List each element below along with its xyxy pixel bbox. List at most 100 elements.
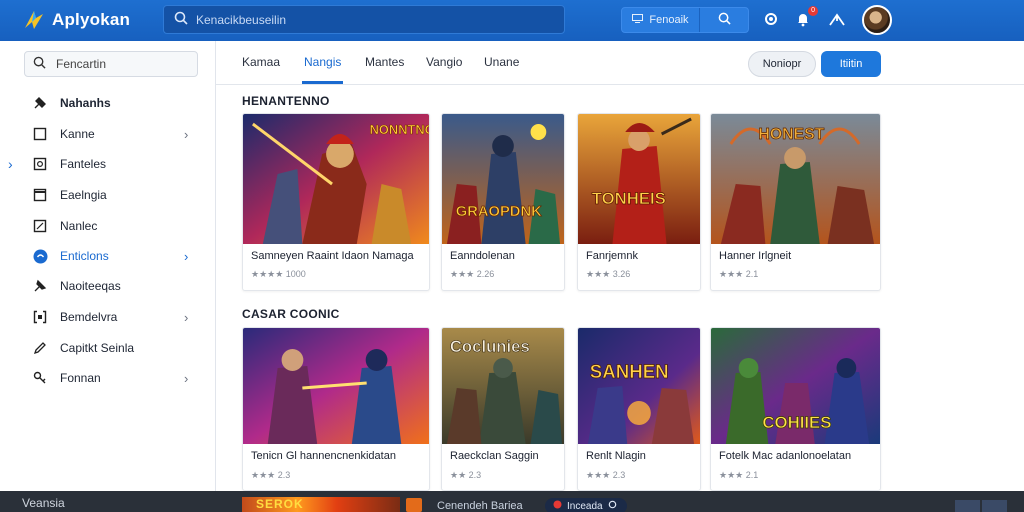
window-controls [955, 500, 1007, 512]
game-thumbnail: HONEST [711, 114, 880, 244]
key-icon [32, 370, 48, 386]
bracket-icon [32, 309, 48, 325]
sidebar-search-placeholder: Fencartin [56, 57, 107, 71]
app-icon[interactable] [406, 498, 422, 512]
sidebar-item-label: Bemdelvra [60, 310, 118, 324]
game-card[interactable]: HONEST Hanner Irlgneit ★★★ 2.1 [710, 113, 881, 291]
game-thumbnail [243, 328, 429, 444]
sidebar-item-label: Fanteles [60, 157, 107, 171]
game-card-title: Fotelk Mac adanlonoelatan [719, 450, 852, 462]
thumbnail-title: HONEST [758, 126, 824, 143]
game-card-rating: ★★★ 2.26 [450, 269, 495, 279]
sidebar-item-label: Eaelngia [60, 188, 107, 202]
sidebar-item-label: Enticlons [60, 249, 109, 263]
share-button[interactable] [826, 9, 848, 31]
bottom-pill-button[interactable]: Inceada [545, 498, 627, 512]
minimize-button[interactable] [955, 500, 980, 512]
gear-icon [763, 11, 779, 30]
tab-mantes[interactable]: Mantes [365, 55, 404, 69]
settings-button[interactable] [760, 9, 782, 31]
game-card[interactable]: GRAOPDNK Eanndolenan ★★★ 2.26 [441, 113, 565, 291]
chevron-right-icon: › [184, 248, 189, 264]
chevron-right-icon: › [8, 156, 13, 172]
sidebar-item-kanne[interactable]: Kanne › [0, 119, 216, 149]
tab-kamaa[interactable]: Kamaa [242, 55, 280, 69]
search-button-group: Fenoaik [621, 7, 749, 33]
top-bar: Aplyokan Fenoaik 0 [0, 0, 1024, 41]
app-logo[interactable]: Aplyokan [22, 8, 130, 32]
game-card[interactable]: COHIIES Fotelk Mac adanlonoelatan ★★★ 2.… [710, 327, 881, 491]
game-card[interactable]: Tenicn Gl hannencnenkidatan ★★★ 2.3 [242, 327, 430, 491]
search-submit-button[interactable] [700, 8, 748, 32]
sidebar-item-fanteles[interactable]: › Fanteles [0, 149, 216, 179]
bottom-bar: Veansia SEROK Cenendeh Bariea Inceada [0, 491, 1024, 512]
game-card-rating: ★★★ 3.26 [586, 269, 631, 279]
sidebar-item-enticlons[interactable]: Enticlons › [0, 241, 216, 271]
tab-nangis[interactable]: Nangis [304, 55, 341, 69]
monitor-icon [632, 14, 644, 26]
chevron-right-icon: › [184, 370, 189, 386]
game-thumbnail: GRAOPDNK [442, 114, 564, 244]
maximize-button[interactable] [982, 500, 1007, 512]
global-search-input[interactable] [196, 12, 536, 27]
user-avatar[interactable] [862, 5, 892, 35]
tab-unane[interactable]: Unane [484, 55, 519, 69]
chevron-right-icon: › [184, 309, 189, 325]
game-card-title: Eanndolenan [450, 250, 515, 262]
promo-banner[interactable]: SEROK [242, 497, 400, 512]
game-card[interactable]: SANHEN Renlt Nlagin ★★★ 2.3 [577, 327, 701, 491]
tab-vangio[interactable]: Vangio [426, 55, 462, 69]
sidebar-item-nahanhs[interactable]: Nahanhs [0, 88, 216, 118]
game-thumbnail: TONHEIS [578, 114, 700, 244]
section-title: CASAR COONIC [242, 307, 340, 321]
game-card-rating: ★★★ 2.3 [586, 470, 626, 480]
main-content: Kamaa Nangis Mantes Vangio Unane Noniopr… [216, 41, 1024, 491]
global-search[interactable] [163, 5, 565, 34]
square-icon [32, 126, 48, 142]
game-card-rating: ★★★ 2.1 [719, 470, 759, 480]
game-thumbnail: SANHEN [578, 328, 700, 444]
sidebar-item-label: Kanne [60, 127, 95, 141]
sidebar-item-fonnan[interactable]: Fonnan › [0, 363, 216, 393]
game-card-rating: ★★ 2.3 [450, 470, 482, 480]
thumbnail-title: COHIIES [762, 413, 831, 432]
game-thumbnail: Coclunies [442, 328, 564, 444]
thumbnail-title: GRAOPDNK [456, 204, 542, 220]
promo-banner-text: SEROK [256, 497, 304, 511]
sidebar-item-nanlec[interactable]: Nanlec [0, 211, 216, 241]
game-thumbnail: COHIIES [711, 328, 880, 444]
thumbnail-title: SANHEN [590, 361, 669, 382]
sidebar: Fencartin Nahanhs Kanne › › Fanteles Eae… [0, 41, 216, 491]
game-card-title: Hanner Irlgneit [719, 250, 792, 262]
circle-icon [32, 248, 48, 264]
notifications-button[interactable]: 0 [792, 6, 818, 31]
sidebar-search[interactable]: Fencartin [24, 51, 198, 77]
game-card[interactable]: Coclunies Raeckclan Saggin ★★ 2.3 [441, 327, 565, 491]
sidebar-item-capitkt-seinla[interactable]: Capitkt Seinla [0, 333, 216, 363]
logo-icon [22, 8, 46, 32]
sidebar-item-label: Naoiteeqas [60, 279, 121, 293]
game-card-title: Renlt Nlagin [586, 450, 646, 462]
sidebar-item-label: Capitkt Seinla [60, 341, 135, 355]
pin-icon [32, 278, 48, 294]
tab-bar: Kamaa Nangis Mantes Vangio Unane Noniopr… [216, 41, 1024, 85]
share-icon [829, 12, 845, 29]
image-icon [32, 156, 48, 172]
photo-icon [32, 187, 48, 203]
primary-action-button[interactable]: Itiitin [821, 51, 881, 77]
game-card[interactable]: TONHEIS Fanrjemnk ★★★ 3.26 [577, 113, 701, 291]
search-filter-button[interactable]: Fenoaik [622, 8, 700, 32]
app-title: Aplyokan [52, 10, 131, 29]
game-thumbnail: NONNTNG [243, 114, 429, 244]
search-button-label: Fenoaik [649, 14, 689, 26]
game-card-rating: ★★★ 2.1 [719, 269, 759, 279]
sidebar-item-bemdelvra[interactable]: Bemdelvra › [0, 302, 216, 332]
sidebar-item-label: Nahanhs [60, 96, 111, 110]
search-icon [33, 56, 46, 72]
game-card[interactable]: NONNTNG Samneyen Raaint Idaon Namaga ★★★… [242, 113, 430, 291]
secondary-action-button[interactable]: Noniopr [748, 51, 816, 77]
sidebar-item-naoiteeqas[interactable]: Naoiteeqas [0, 271, 216, 301]
bottom-bar-title: Veansia [22, 496, 65, 510]
notification-badge: 0 [808, 6, 818, 16]
sidebar-item-eaelngia[interactable]: Eaelngia [0, 180, 216, 210]
